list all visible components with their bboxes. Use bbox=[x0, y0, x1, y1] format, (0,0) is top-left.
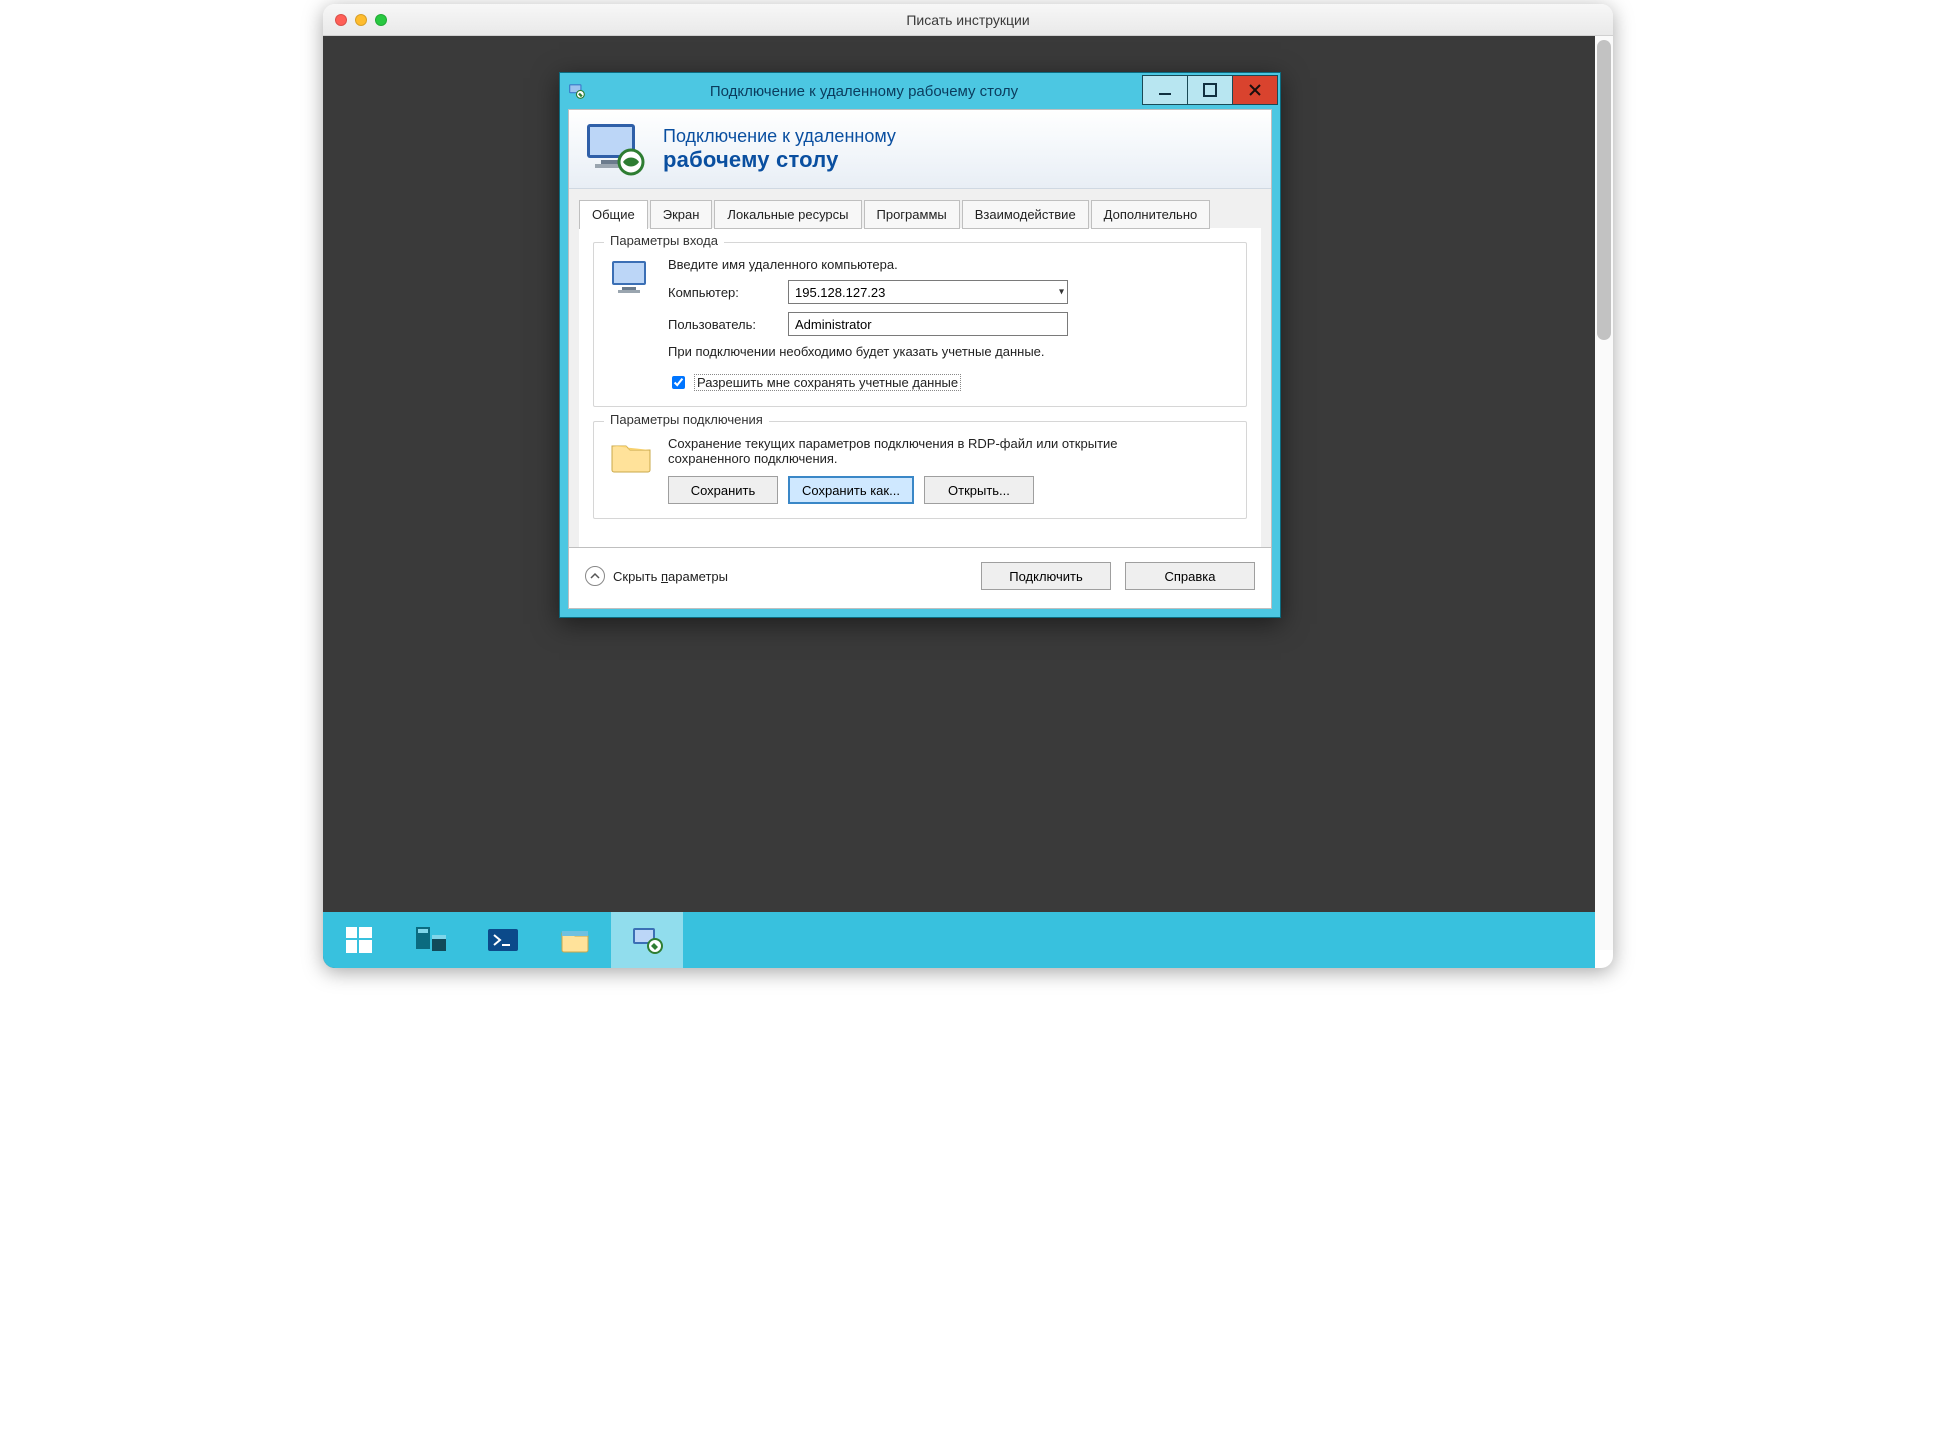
rdp-window-title: Подключение к удаленному рабочему столу bbox=[586, 83, 1142, 100]
connection-legend: Параметры подключения bbox=[604, 412, 769, 427]
tab-programs[interactable]: Программы bbox=[864, 200, 960, 229]
tab-display[interactable]: Экран bbox=[650, 200, 713, 229]
start-button[interactable] bbox=[323, 912, 395, 968]
hide-options-toggle[interactable]: Скрыть параметры bbox=[585, 566, 728, 586]
taskbar-server-manager[interactable] bbox=[395, 912, 467, 968]
close-button[interactable] bbox=[1232, 75, 1278, 105]
rdp-app-icon bbox=[568, 82, 586, 100]
connection-description: Сохранение текущих параметров подключени… bbox=[668, 436, 1128, 466]
rdp-dialog[interactable]: Подключение к удаленному рабочему столу bbox=[559, 72, 1281, 618]
dialog-footer: Скрыть параметры Подключить Справка bbox=[569, 548, 1271, 608]
allow-save-checkbox[interactable] bbox=[672, 376, 685, 389]
header-line1: Подключение к удаленному bbox=[663, 126, 896, 147]
rdp-header: Подключение к удаленному рабочему столу bbox=[569, 110, 1271, 189]
windows-taskbar[interactable] bbox=[323, 912, 1595, 968]
computer-input[interactable] bbox=[788, 280, 1068, 304]
computer-combobox[interactable]: ▾ bbox=[788, 280, 1068, 304]
mac-zoom-button[interactable] bbox=[375, 14, 387, 26]
credentials-hint: При подключении необходимо будет указать… bbox=[668, 344, 1088, 359]
connection-groupbox: Параметры подключения Сохранение текущих… bbox=[593, 421, 1247, 519]
login-legend: Параметры входа bbox=[604, 233, 724, 248]
save-button[interactable]: Сохранить bbox=[668, 476, 778, 504]
tab-advanced[interactable]: Дополнительно bbox=[1091, 200, 1211, 229]
tab-experience[interactable]: Взаимодействие bbox=[962, 200, 1089, 229]
tab-general[interactable]: Общие bbox=[579, 200, 648, 229]
vm-viewport: Подключение к удаленному рабочему столу bbox=[323, 36, 1595, 968]
taskbar-file-explorer[interactable] bbox=[539, 912, 611, 968]
header-line2: рабочему столу bbox=[663, 147, 896, 173]
traffic-lights bbox=[335, 14, 387, 26]
monitor-globe-icon bbox=[583, 120, 647, 178]
tab-strip: Общие Экран Локальные ресурсы Программы … bbox=[569, 189, 1271, 548]
maximize-button[interactable] bbox=[1187, 75, 1233, 105]
mac-window-title: Писать инструкции bbox=[323, 12, 1613, 28]
mac-close-button[interactable] bbox=[335, 14, 347, 26]
login-instruction: Введите имя удаленного компьютера. bbox=[668, 257, 1232, 272]
open-button[interactable]: Открыть... bbox=[924, 476, 1034, 504]
connect-button[interactable]: Подключить bbox=[981, 562, 1111, 590]
window-buttons bbox=[1142, 78, 1278, 105]
computer-label: Компьютер: bbox=[668, 285, 778, 300]
taskbar-powershell[interactable] bbox=[467, 912, 539, 968]
mac-titlebar: Писать инструкции bbox=[323, 4, 1613, 36]
mac-vertical-scrollbar[interactable] bbox=[1595, 36, 1613, 950]
allow-save-label[interactable]: Разрешить мне сохранять учетные данные bbox=[694, 374, 961, 391]
hide-options-label: Скрыть параметры bbox=[613, 569, 728, 584]
user-label: Пользователь: bbox=[668, 317, 778, 332]
save-as-button[interactable]: Сохранить как... bbox=[788, 476, 914, 504]
rdp-body: Подключение к удаленному рабочему столу … bbox=[568, 109, 1272, 609]
folder-icon bbox=[608, 436, 654, 476]
tab-local-resources[interactable]: Локальные ресурсы bbox=[714, 200, 861, 229]
mac-minimize-button[interactable] bbox=[355, 14, 367, 26]
user-input[interactable] bbox=[788, 312, 1068, 336]
taskbar-rdp[interactable] bbox=[611, 912, 683, 968]
windows-desktop[interactable]: Подключение к удаленному рабочему столу bbox=[323, 36, 1595, 912]
tab-content: Параметры входа Введите имя удаленного к… bbox=[579, 228, 1261, 547]
rdp-titlebar[interactable]: Подключение к удаленному рабочему столу bbox=[560, 73, 1280, 109]
login-groupbox: Параметры входа Введите имя удаленного к… bbox=[593, 242, 1247, 407]
mac-window: Писать инструкции Подключение к удаленно… bbox=[323, 4, 1613, 968]
help-button[interactable]: Справка bbox=[1125, 562, 1255, 590]
minimize-button[interactable] bbox=[1142, 75, 1188, 105]
chevron-up-icon bbox=[585, 566, 605, 586]
computer-icon bbox=[608, 257, 654, 299]
